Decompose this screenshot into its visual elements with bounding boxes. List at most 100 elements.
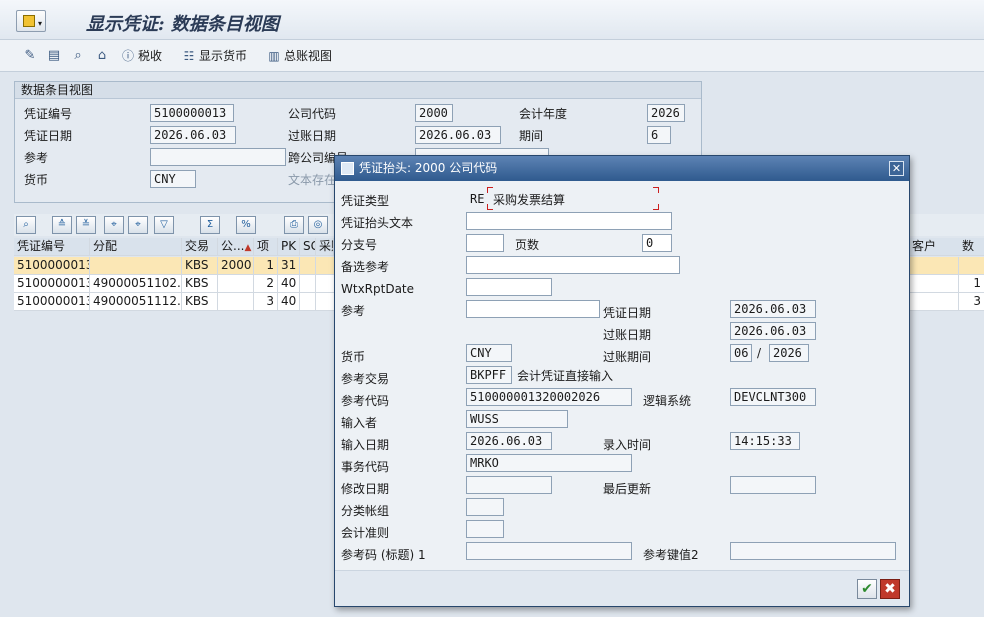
doc-type-field[interactable]: RE: [466, 190, 488, 208]
sort-descending-icon[interactable]: ≚: [76, 216, 96, 234]
sort-ascending-icon[interactable]: ≙: [52, 216, 72, 234]
column-header[interactable]: 交易: [182, 238, 218, 256]
column-header[interactable]: 项: [254, 238, 278, 256]
fiscal-year-field[interactable]: 2026: [647, 104, 685, 122]
column-header[interactable]: 凭证编号: [14, 238, 90, 256]
wtx-report-date-field[interactable]: [466, 278, 552, 296]
wtx-report-date-label: WtxRptDate: [341, 282, 415, 296]
display-change-icon[interactable]: ✎: [22, 48, 38, 64]
posting-date-label: 过账日期: [603, 328, 652, 342]
posting-year-field[interactable]: 2026: [769, 344, 809, 362]
display-currency-button[interactable]: ☷ 显示货币: [181, 47, 247, 65]
posting-date-field[interactable]: 2026.06.03: [415, 126, 501, 144]
reference-key-field[interactable]: 510000001320002026: [466, 388, 632, 406]
reference-label: 参考: [24, 151, 49, 165]
document-icon: [341, 162, 354, 175]
header-text-label: 凭证抬头文本: [341, 216, 414, 230]
column-header[interactable]: 公...▲: [218, 238, 254, 256]
currency-icon: ☷: [183, 49, 195, 63]
view-icon[interactable]: ◎: [308, 216, 328, 234]
period-separator: /: [757, 346, 762, 360]
entered-by-field[interactable]: WUSS: [466, 410, 568, 428]
doc-date-field[interactable]: 2026.06.03: [730, 300, 816, 318]
currency-label: 货币: [24, 173, 49, 187]
dialog-title: 凭证抬头: 2000 公司代码: [359, 161, 498, 175]
accounting-principle-field[interactable]: [466, 520, 504, 538]
title-bar: ▾ 显示凭证: 数据条目视图: [0, 0, 984, 40]
reference-key1-field[interactable]: [466, 542, 632, 560]
ledger-group-label: 分类帐组: [341, 504, 390, 518]
column-header[interactable]: PK: [278, 238, 300, 256]
subtotal-icon[interactable]: %: [236, 216, 256, 234]
currency-field[interactable]: CNY: [150, 170, 196, 188]
find-icon[interactable]: ⌖: [104, 216, 124, 234]
pages-field[interactable]: 0: [642, 234, 672, 252]
column-header[interactable]: 分配: [90, 238, 182, 256]
posting-period-label: 过账期间: [603, 350, 652, 364]
header-text-field[interactable]: [466, 212, 672, 230]
doc-number-label: 凭证编号: [24, 107, 73, 121]
posting-date-field[interactable]: 2026.06.03: [730, 322, 816, 340]
entry-time-field[interactable]: 14:15:33: [730, 432, 800, 450]
details-icon[interactable]: ⌕: [16, 216, 36, 234]
branch-field[interactable]: [466, 234, 504, 252]
system-menu-button[interactable]: ▾: [16, 10, 46, 32]
changed-on-field[interactable]: [466, 476, 552, 494]
column-header[interactable]: 采购: [316, 238, 334, 256]
header-icon[interactable]: ▤: [46, 48, 62, 64]
period-label: 期间: [519, 129, 544, 143]
document-header-dialog: 凭证抬头: 2000 公司代码 ✕ 凭证类型 RE 采购发票结算 凭证抬头文本 …: [334, 155, 910, 607]
reference-key2-label: 参考键值2: [643, 548, 699, 562]
reference-key-label: 参考代码: [341, 394, 390, 408]
dialog-title-bar[interactable]: 凭证抬头: 2000 公司代码 ✕: [335, 156, 909, 181]
column-header[interactable]: SG: [300, 238, 316, 256]
sum-icon[interactable]: Σ: [200, 216, 220, 234]
search-icon[interactable]: ⌕: [70, 48, 86, 64]
entry-date-field[interactable]: 2026.06.03: [466, 432, 552, 450]
filter-icon[interactable]: ▽: [154, 216, 174, 234]
doc-date-field[interactable]: 2026.06.03: [150, 126, 236, 144]
posting-date-label: 过账日期: [288, 129, 337, 143]
branch-label: 分支号: [341, 238, 378, 252]
reference-key2-field[interactable]: [730, 542, 896, 560]
entry-time-label: 录入时间: [603, 438, 652, 452]
reference-field[interactable]: [466, 300, 600, 318]
ref-transaction-field[interactable]: BKPFF: [466, 366, 512, 384]
reference-field[interactable]: [150, 148, 286, 166]
doc-date-label: 凭证日期: [603, 306, 652, 320]
find-next-icon[interactable]: ⌖: [128, 216, 148, 234]
tax-button[interactable]: ⓘ 税收: [120, 47, 162, 65]
accounting-principle-label: 会计准则: [341, 526, 390, 540]
cancel-icon: ✖: [884, 581, 896, 597]
ref-transaction-text: 会计凭证直接输入: [517, 369, 614, 383]
gl-view-button[interactable]: ▥ 总账视图: [266, 47, 332, 65]
doc-number-field[interactable]: 5100000013: [150, 104, 234, 122]
hat-icon[interactable]: ⌂: [94, 48, 110, 64]
logical-system-field[interactable]: DEVCLNT300: [730, 388, 816, 406]
last-update-field[interactable]: [730, 476, 816, 494]
posting-period-field[interactable]: 06: [730, 344, 752, 362]
close-icon[interactable]: ✕: [889, 161, 904, 176]
currency-field[interactable]: CNY: [466, 344, 512, 362]
column-header[interactable]: 数: [959, 238, 984, 256]
last-update-label: 最后更新: [603, 482, 652, 496]
info-icon: ⓘ: [121, 49, 134, 63]
transaction-code-field[interactable]: MRKO: [466, 454, 632, 472]
confirm-button[interactable]: ✔: [857, 579, 877, 599]
reference-label: 参考: [341, 304, 366, 318]
entry-date-label: 输入日期: [341, 438, 390, 452]
cancel-button[interactable]: ✖: [880, 579, 900, 599]
application-toolbar: ✎ ▤ ⌕ ⌂ ⓘ 税收 ☷ 显示货币 ▥ 总账视图: [0, 40, 984, 72]
column-header[interactable]: 客户: [909, 238, 959, 256]
ledger-group-field[interactable]: [466, 498, 504, 516]
group-title: 数据条目视图: [15, 82, 701, 99]
company-code-field[interactable]: 2000: [415, 104, 453, 122]
text-exists-label: 文本存在: [288, 173, 337, 187]
entered-by-label: 输入者: [341, 416, 378, 430]
pages-label: 页数: [515, 238, 540, 252]
period-field[interactable]: 6: [647, 126, 671, 144]
transaction-code-label: 事务代码: [341, 460, 390, 474]
doc-type-text: 采购发票结算: [493, 193, 566, 207]
alt-reference-field[interactable]: [466, 256, 680, 274]
print-icon[interactable]: ⎙: [284, 216, 304, 234]
